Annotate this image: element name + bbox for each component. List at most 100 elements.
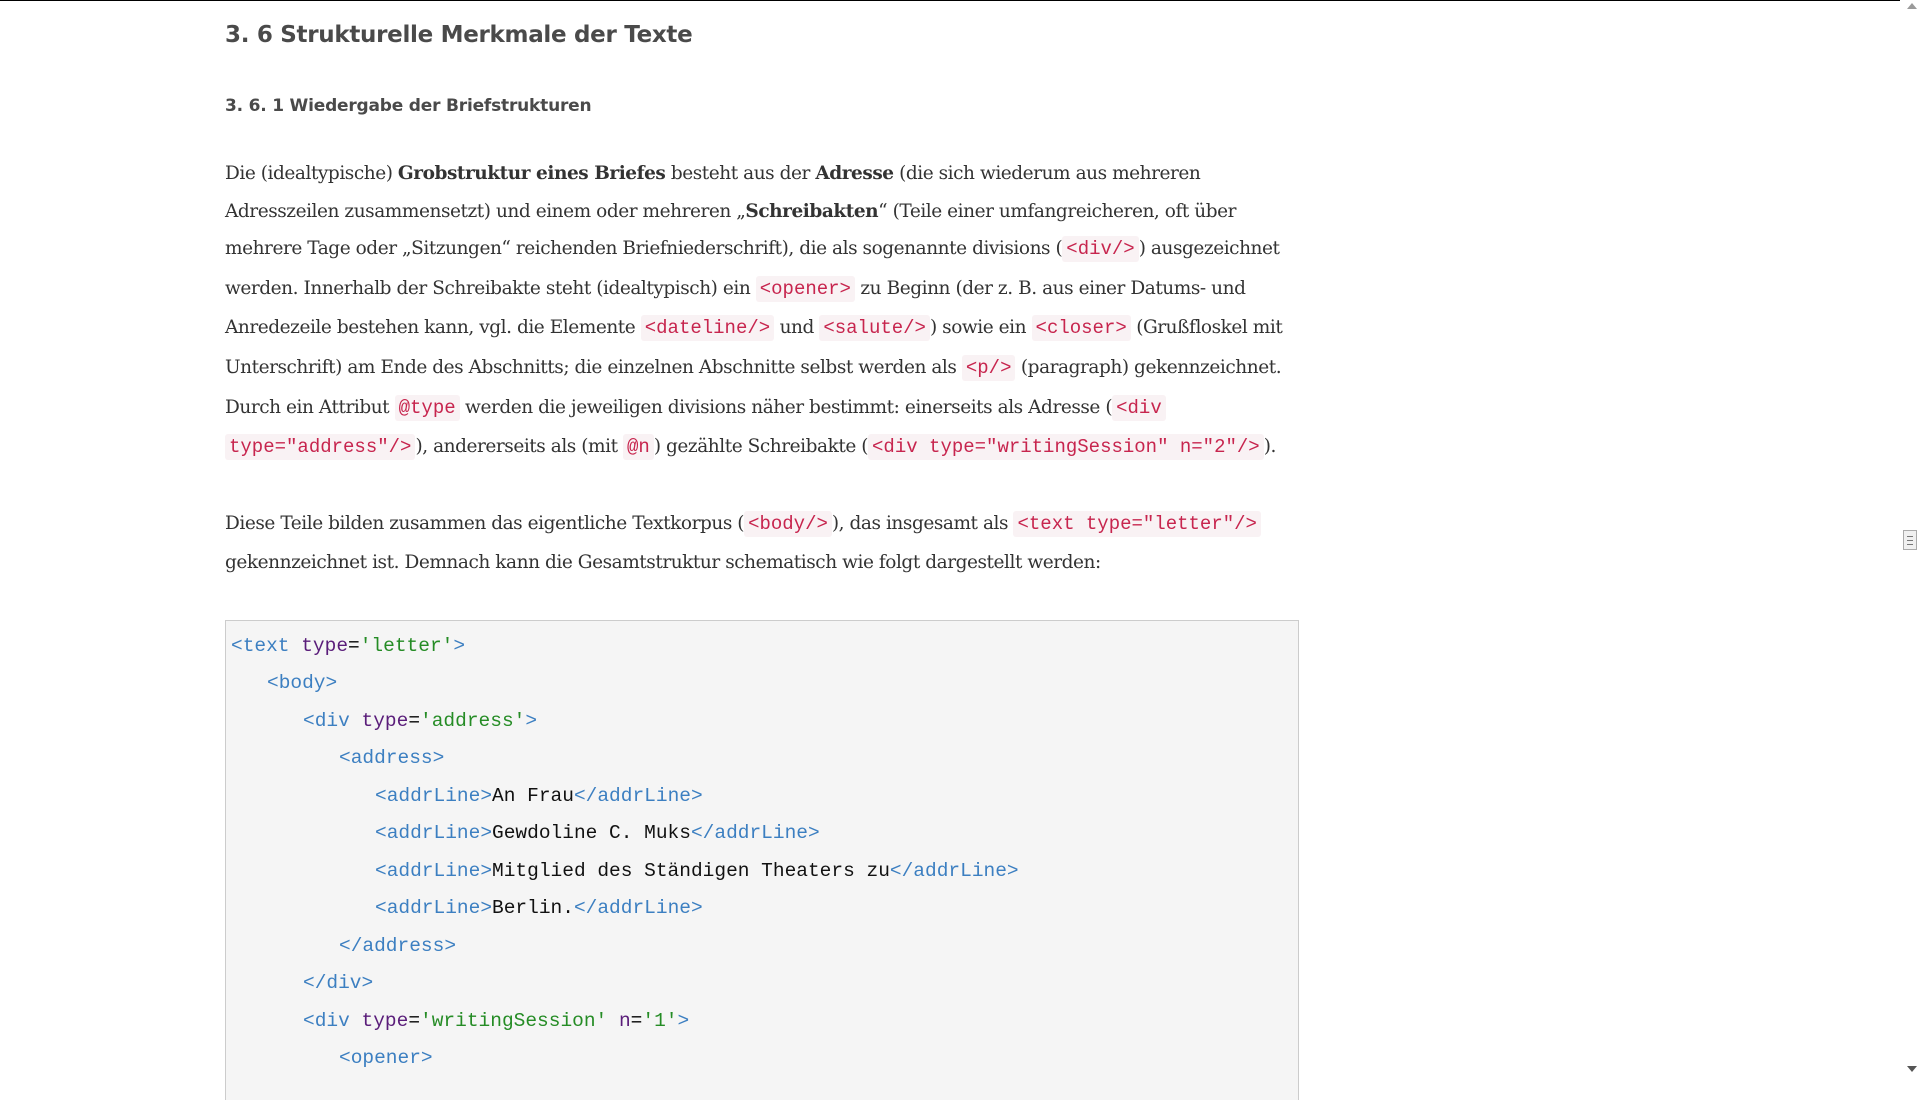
- text-run: mehrere Tage oder „Sitzungen“ reichenden…: [225, 238, 1063, 259]
- code-equals: =: [348, 635, 360, 657]
- text-run: ), andererseits als (mit: [415, 436, 624, 457]
- code-line: <address>: [339, 740, 444, 777]
- text-run: “ (Teile einer umfangreicheren, oft über: [878, 201, 1237, 222]
- code-line: <div type='writingSession' n='1'>: [303, 1003, 689, 1040]
- text-run: ) sowie ein: [929, 317, 1032, 338]
- inline-code: <opener>: [755, 276, 855, 302]
- xml-tag: </addrLine>: [690, 822, 820, 844]
- text-run: werden die jeweiligen divisions näher be…: [459, 397, 1113, 418]
- xml-text: Gewdoline C. Muks: [492, 822, 691, 844]
- xml-tag: </div>: [303, 972, 374, 994]
- text-run: und: [774, 317, 820, 338]
- text-run: Diese Teile bilden zusammen das eigentli…: [225, 513, 745, 534]
- xml-tag: >: [677, 1010, 690, 1032]
- text-run: ), das insgesamt als: [831, 513, 1014, 534]
- xml-tag: <div: [303, 1010, 350, 1032]
- xml-tag: </addrLine>: [573, 785, 703, 807]
- subsection-heading: 3. 6. 1 Wiedergabe der Briefstrukturen: [225, 96, 592, 116]
- code-line: <body>: [267, 665, 337, 702]
- text-line: Unterschrift) am Ende des Abschnitts; di…: [225, 350, 1282, 386]
- code-line: <addrLine>Berlin.</addrLine>: [375, 890, 703, 927]
- xml-tag: >: [525, 710, 538, 732]
- text-run: werden. Innerhalb der Schreibakte steht …: [225, 278, 756, 299]
- text-line: Adresszeilen zusammensetzt) und einem od…: [225, 194, 1236, 230]
- xml-text: Berlin.: [492, 897, 574, 919]
- bold-term: Grobstruktur eines Briefes: [397, 163, 666, 184]
- code-line: </div>: [303, 965, 373, 1002]
- text-line: gekennzeichnet ist. Demnach kann die Ges…: [225, 545, 1101, 581]
- scroll-down-arrow-icon[interactable]: [1907, 1066, 1917, 1072]
- text-run: zu Beginn (der z. B. aus einer Datums- u…: [854, 278, 1246, 299]
- text-run: (Grußfloskel mit: [1130, 317, 1283, 338]
- text-run: Die (idealtypische): [225, 163, 398, 184]
- code-line: <addrLine>Mitglied des Ständigen Theater…: [375, 853, 1019, 890]
- bold-term: Adresse: [815, 163, 894, 184]
- code-line: <div type='address'>: [303, 703, 537, 740]
- inline-code: <body/>: [744, 511, 832, 537]
- code-line: <addrLine>Gewdoline C. Muks</addrLine>: [375, 815, 820, 852]
- inline-code: @n: [623, 434, 654, 460]
- text-line: Anredezeile bestehen kann, vgl. die Elem…: [225, 310, 1283, 346]
- text-run: Anredezeile bestehen kann, vgl. die Elem…: [225, 317, 641, 338]
- bold-term: Schreibakten: [745, 201, 879, 222]
- xml-attribute: type: [361, 710, 409, 732]
- inline-code: <text type="letter"/>: [1013, 511, 1261, 537]
- xml-tag: </address>: [339, 935, 457, 957]
- code-line: <text type='letter'>: [231, 628, 465, 665]
- text-run: ).: [1263, 436, 1277, 457]
- xml-tag: <text: [231, 635, 290, 657]
- text-line: type="address"/>), andererseits als (mit…: [225, 429, 1276, 465]
- code-equals: =: [408, 710, 421, 732]
- inline-code: <dateline/>: [640, 315, 775, 341]
- inline-code: <p/>: [961, 355, 1016, 381]
- inline-code: <div/>: [1062, 236, 1139, 262]
- xml-attribute: type: [301, 635, 349, 657]
- inline-code: <div: [1112, 395, 1166, 421]
- grip-line: [1907, 536, 1913, 537]
- text-run: ) ausgezeichnet: [1138, 238, 1280, 259]
- xml-text: Mitglied des Ständigen Theaters zu: [492, 860, 890, 882]
- text-line: werden. Innerhalb der Schreibakte steht …: [225, 271, 1246, 307]
- xml-tag: <div: [303, 710, 350, 732]
- xml-tag: <addrLine>: [375, 822, 493, 844]
- xml-tag: <addrLine>: [375, 785, 493, 807]
- xml-tag: <addrLine>: [375, 897, 493, 919]
- scrollbar-thumb[interactable]: [1903, 530, 1917, 550]
- text-line: Durch ein Attribut @type werden die jewe…: [225, 390, 1166, 426]
- xml-attribute: type: [361, 1010, 409, 1032]
- inline-code: <div type="writingSession" n="2"/>: [868, 434, 1264, 460]
- inline-code: <salute/>: [819, 315, 930, 341]
- grip-line: [1907, 544, 1913, 545]
- xml-tag: </addrLine>: [889, 860, 1019, 882]
- xml-tag: <addrLine>: [375, 860, 493, 882]
- code-line: </address>: [339, 928, 456, 965]
- xml-value: 'address': [420, 710, 526, 732]
- text-line: mehrere Tage oder „Sitzungen“ reichenden…: [225, 231, 1280, 267]
- section-heading: 3. 6 Strukturelle Merkmale der Texte: [225, 22, 693, 48]
- window-top-border: [0, 0, 1920, 1]
- xml-tag: <address>: [339, 747, 445, 769]
- xml-value: 'writingSession': [420, 1010, 608, 1032]
- text-line: Diese Teile bilden zusammen das eigentli…: [225, 506, 1261, 542]
- code-block: <text type='letter'> <body> <div type='a…: [225, 620, 1299, 1100]
- text-run: Durch ein Attribut: [225, 397, 395, 418]
- text-run: besteht aus der: [665, 163, 816, 184]
- xml-tag: </addrLine>: [573, 897, 703, 919]
- text-run: gekennzeichnet ist. Demnach kann die Ges…: [225, 552, 1101, 573]
- xml-tag: >: [453, 635, 466, 657]
- text-run: Unterschrift) am Ende des Abschnitts; di…: [225, 357, 962, 378]
- inline-code: <closer>: [1031, 315, 1131, 341]
- xml-tag: <opener>: [339, 1047, 433, 1069]
- inline-code: type="address"/>: [225, 434, 416, 460]
- text-run: (die sich wiederum aus mehreren: [893, 163, 1201, 184]
- text-run: (paragraph) gekennzeichnet.: [1015, 357, 1282, 378]
- code-equals: =: [408, 1010, 421, 1032]
- xml-value: '1': [642, 1010, 678, 1032]
- code-line: <opener>: [339, 1040, 433, 1077]
- scroll-up-arrow-icon[interactable]: [1907, 3, 1917, 9]
- xml-text: An Frau: [492, 785, 574, 807]
- text-run: Adresszeilen zusammensetzt) und einem od…: [225, 201, 746, 222]
- xml-attribute: n: [618, 1010, 631, 1032]
- code-line: <addrLine>An Frau</addrLine>: [375, 778, 703, 815]
- xml-tag: <body>: [267, 672, 338, 694]
